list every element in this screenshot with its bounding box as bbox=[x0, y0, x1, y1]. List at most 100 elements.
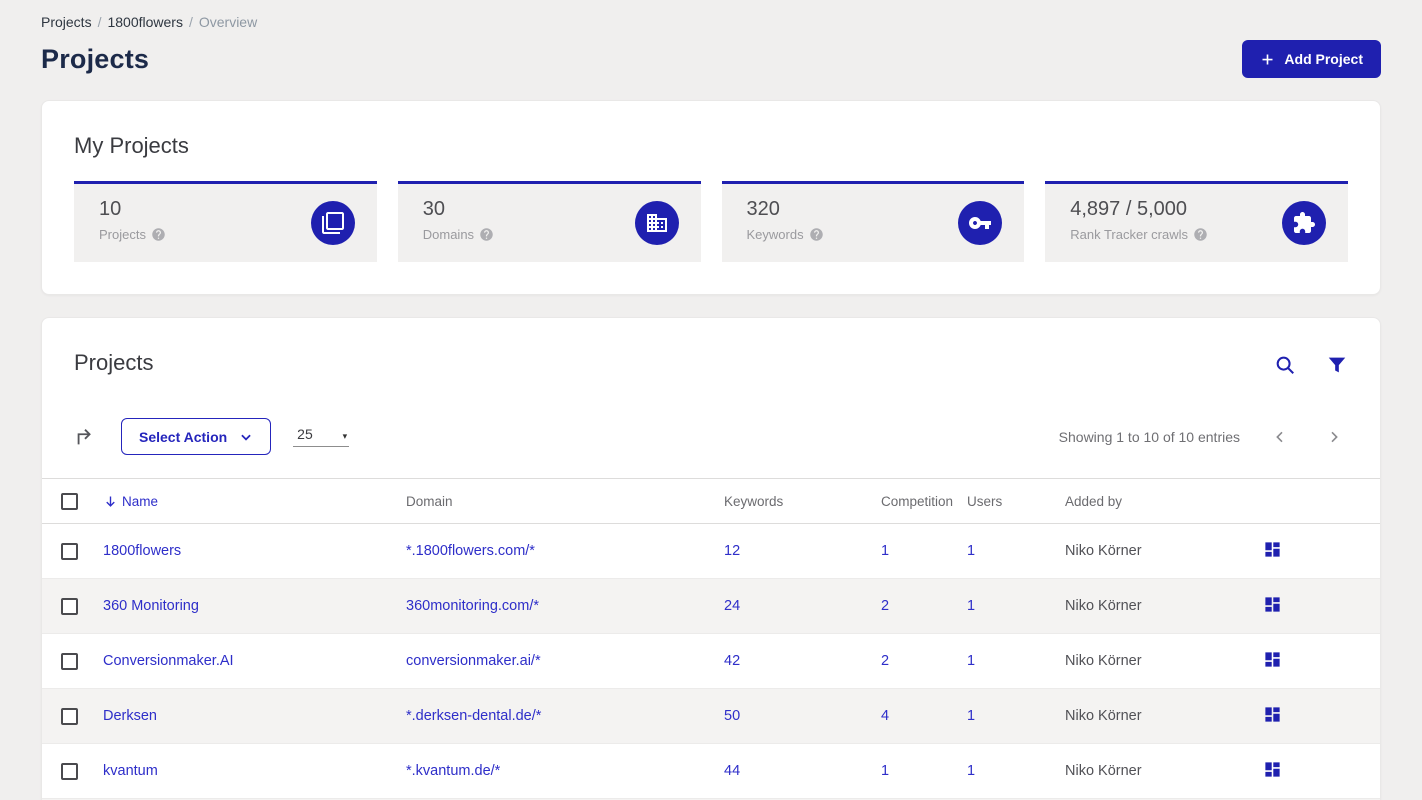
breadcrumb-current: Overview bbox=[198, 14, 258, 30]
competition-count-link[interactable]: 1 bbox=[881, 543, 889, 559]
puzzle-piece-icon bbox=[1282, 201, 1326, 245]
column-header-competition[interactable]: Competition bbox=[881, 494, 967, 509]
users-count-link[interactable]: 1 bbox=[967, 598, 975, 614]
stat-card-domains: 30 Domains bbox=[397, 181, 701, 262]
row-checkbox[interactable] bbox=[61, 652, 78, 670]
select-action-dropdown[interactable]: Select Action bbox=[121, 418, 272, 455]
project-domain-link[interactable]: *.derksen-dental.de/* bbox=[406, 708, 541, 724]
projects-copy-icon bbox=[310, 201, 355, 245]
column-header-added-by[interactable]: Added by bbox=[1065, 494, 1252, 509]
stat-text: 320 Keywords bbox=[747, 198, 824, 242]
competition-count-link[interactable]: 4 bbox=[881, 708, 889, 724]
sort-arrow-icon bbox=[103, 494, 118, 509]
breadcrumb-projects[interactable]: Projects bbox=[41, 14, 92, 30]
breadcrumb-project-name[interactable]: 1800flowers bbox=[107, 14, 183, 30]
showing-entries-text: Showing 1 to 10 of 10 entries bbox=[1058, 428, 1240, 445]
dashboard-icon[interactable] bbox=[1252, 760, 1282, 779]
project-domain-link[interactable]: *.kvantum.de/* bbox=[406, 763, 500, 779]
stat-label-rank-tracker: Rank Tracker crawls bbox=[1070, 227, 1188, 242]
project-domain-link[interactable]: 360monitoring.com/* bbox=[406, 598, 539, 614]
table-row: 1800flowers *.1800flowers.com/* 12 1 1 N… bbox=[42, 524, 1380, 579]
keywords-count-link[interactable]: 42 bbox=[724, 653, 740, 669]
table-row: Conversionmaker.AI conversionmaker.ai/* … bbox=[42, 634, 1380, 689]
project-domain-link[interactable]: conversionmaker.ai/* bbox=[406, 653, 541, 669]
competition-count-link[interactable]: 2 bbox=[881, 653, 889, 669]
users-count-link[interactable]: 1 bbox=[967, 653, 975, 669]
table-header-row: Name Domain Keywords Competition Users A… bbox=[42, 478, 1380, 524]
column-header-domain[interactable]: Domain bbox=[406, 494, 724, 509]
pagination-next-icon[interactable] bbox=[1320, 429, 1348, 445]
table-row: Derksen *.derksen-dental.de/* 50 4 1 Nik… bbox=[42, 689, 1380, 744]
column-header-name[interactable]: Name bbox=[103, 494, 406, 509]
page: Projects / 1800flowers / Overview Projects A… bbox=[0, 0, 1422, 800]
project-domain-link[interactable]: *.1800flowers.com/* bbox=[406, 543, 535, 559]
domain-building-icon bbox=[634, 201, 679, 245]
keywords-count-link[interactable]: 44 bbox=[724, 763, 740, 779]
chevron-down-icon bbox=[239, 430, 253, 444]
stat-value-projects: 10 bbox=[99, 198, 122, 220]
project-name-link[interactable]: Derksen bbox=[103, 708, 157, 724]
keywords-count-link[interactable]: 24 bbox=[724, 598, 740, 614]
help-icon[interactable] bbox=[479, 227, 494, 242]
users-count-link[interactable]: 1 bbox=[967, 708, 975, 724]
stat-label-keywords: Keywords bbox=[746, 227, 804, 242]
row-checkbox[interactable] bbox=[61, 542, 78, 560]
row-checkbox[interactable] bbox=[61, 597, 78, 615]
keywords-count-link[interactable]: 50 bbox=[724, 708, 740, 724]
breadcrumb-separator: / bbox=[188, 14, 193, 30]
plus-icon bbox=[1260, 52, 1275, 67]
breadcrumb-separator: / bbox=[97, 14, 102, 30]
stat-card-keywords: 320 Keywords bbox=[721, 181, 1025, 262]
help-icon[interactable] bbox=[151, 227, 166, 242]
select-all-checkbox[interactable] bbox=[61, 492, 78, 510]
column-header-keywords[interactable]: Keywords bbox=[724, 494, 881, 509]
users-count-link[interactable]: 1 bbox=[967, 763, 975, 779]
competition-count-link[interactable]: 2 bbox=[881, 598, 889, 614]
competition-count-link[interactable]: 1 bbox=[881, 763, 889, 779]
help-icon[interactable] bbox=[1193, 227, 1208, 242]
caret-down-icon: ▾ bbox=[342, 431, 348, 441]
column-header-users[interactable]: Users bbox=[967, 494, 1065, 509]
added-by-value: Niko Körner bbox=[1065, 543, 1142, 559]
users-count-link[interactable]: 1 bbox=[967, 543, 975, 559]
projects-panel-title: Projects bbox=[74, 350, 154, 375]
table-toolbar: Select Action 25 ▾ Showing 1 to 10 of 10… bbox=[42, 418, 1380, 455]
row-checkbox[interactable] bbox=[61, 707, 78, 725]
my-projects-title: My Projects bbox=[74, 133, 189, 158]
filter-icon[interactable] bbox=[1326, 354, 1348, 376]
help-icon[interactable] bbox=[809, 227, 824, 242]
added-by-value: Niko Körner bbox=[1065, 708, 1142, 724]
stat-card-rank-tracker: 4,897 / 5,000 Rank Tracker crawls bbox=[1045, 181, 1348, 262]
stat-value-domains: 30 bbox=[422, 198, 445, 220]
stat-text: 10 Projects bbox=[99, 198, 166, 242]
page-size-value: 25 bbox=[297, 426, 313, 442]
add-project-label: Add Project bbox=[1284, 51, 1363, 67]
dashboard-icon[interactable] bbox=[1252, 705, 1282, 724]
stat-card-projects: 10 Projects bbox=[74, 181, 377, 262]
page-header: Projects Add Project bbox=[41, 40, 1381, 78]
dashboard-icon[interactable] bbox=[1252, 540, 1282, 559]
project-name-link[interactable]: 360 Monitoring bbox=[103, 598, 199, 614]
stat-text: 4,897 / 5,000 Rank Tracker crawls bbox=[1070, 198, 1208, 242]
dashboard-icon[interactable] bbox=[1252, 650, 1282, 669]
projects-table: Name Domain Keywords Competition Users A… bbox=[42, 478, 1380, 800]
add-project-button[interactable]: Add Project bbox=[1242, 40, 1381, 78]
key-icon bbox=[958, 201, 1003, 245]
dashboard-icon[interactable] bbox=[1252, 595, 1282, 614]
project-name-link[interactable]: 1800flowers bbox=[103, 543, 181, 559]
project-name-link[interactable]: Conversionmaker.AI bbox=[103, 653, 234, 669]
stat-label-domains: Domains bbox=[422, 227, 475, 242]
keywords-count-link[interactable]: 12 bbox=[724, 543, 740, 559]
project-name-link[interactable]: kvantum bbox=[103, 763, 158, 779]
pagination-prev-icon[interactable] bbox=[1266, 429, 1294, 445]
added-by-value: Niko Körner bbox=[1065, 763, 1142, 779]
stat-value-rank-tracker: 4,897 / 5,000 bbox=[1070, 198, 1188, 220]
page-size-select[interactable]: 25 ▾ bbox=[293, 426, 350, 447]
row-checkbox[interactable] bbox=[61, 762, 78, 780]
export-arrow-icon[interactable] bbox=[74, 426, 96, 448]
table-row: 360 Monitoring 360monitoring.com/* 24 2 … bbox=[42, 579, 1380, 634]
stat-value-keywords: 320 bbox=[746, 198, 780, 220]
page-title: Projects bbox=[41, 43, 150, 74]
breadcrumb: Projects / 1800flowers / Overview bbox=[41, 0, 1381, 30]
search-icon[interactable] bbox=[1274, 354, 1296, 376]
